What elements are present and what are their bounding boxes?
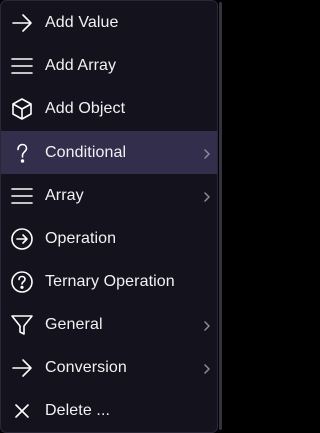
menu-item-delete[interactable]: Delete ... — [1, 389, 217, 432]
scrollbar[interactable] — [219, 2, 222, 430]
cube-icon — [10, 97, 34, 121]
funnel-icon — [10, 313, 34, 337]
menu-item-label: Add Array — [45, 56, 117, 74]
x-icon — [10, 399, 34, 423]
arrow-right-icon — [10, 11, 34, 35]
circle-question-icon — [10, 270, 34, 294]
menu-item-add-value[interactable]: Add Value — [1, 1, 217, 44]
menu-item-ternary-operation[interactable]: Ternary Operation — [1, 260, 217, 303]
menu-item-label: Conditional — [45, 143, 127, 161]
menu-item-label: Conversion — [45, 358, 127, 376]
menu-item-add-array[interactable]: Add Array — [1, 44, 217, 87]
menu-item-label: Ternary Operation — [45, 272, 175, 290]
menu-item-conversion[interactable]: Conversion — [1, 346, 217, 389]
hamburger-icon — [10, 184, 34, 208]
menu-item-label: Add Object — [45, 99, 126, 117]
question-mark-icon — [10, 141, 34, 165]
menu-item-conditional[interactable]: Conditional — [1, 131, 217, 174]
chevron-right-icon — [201, 319, 213, 331]
menu-item-label: Array — [45, 186, 84, 204]
menu-item-label: Delete ... — [45, 401, 111, 419]
menu-item-add-object[interactable]: Add Object — [1, 87, 217, 130]
chevron-right-icon — [201, 362, 213, 374]
menu-item-array[interactable]: Array — [1, 174, 217, 217]
chevron-right-icon — [201, 147, 213, 159]
menu-item-label: General — [45, 315, 103, 333]
menu-item-general[interactable]: General — [1, 303, 217, 346]
circle-arrow-right-icon — [10, 227, 34, 251]
menu-item-label: Operation — [45, 229, 117, 247]
hamburger-icon — [10, 54, 34, 78]
arrow-right-icon — [10, 356, 34, 380]
menu-item-operation[interactable]: Operation — [1, 217, 217, 260]
menu-item-label: Add Value — [45, 13, 119, 31]
context-menu: Add Value Add Array Add Object Condition… — [0, 0, 218, 433]
chevron-right-icon — [201, 190, 213, 202]
